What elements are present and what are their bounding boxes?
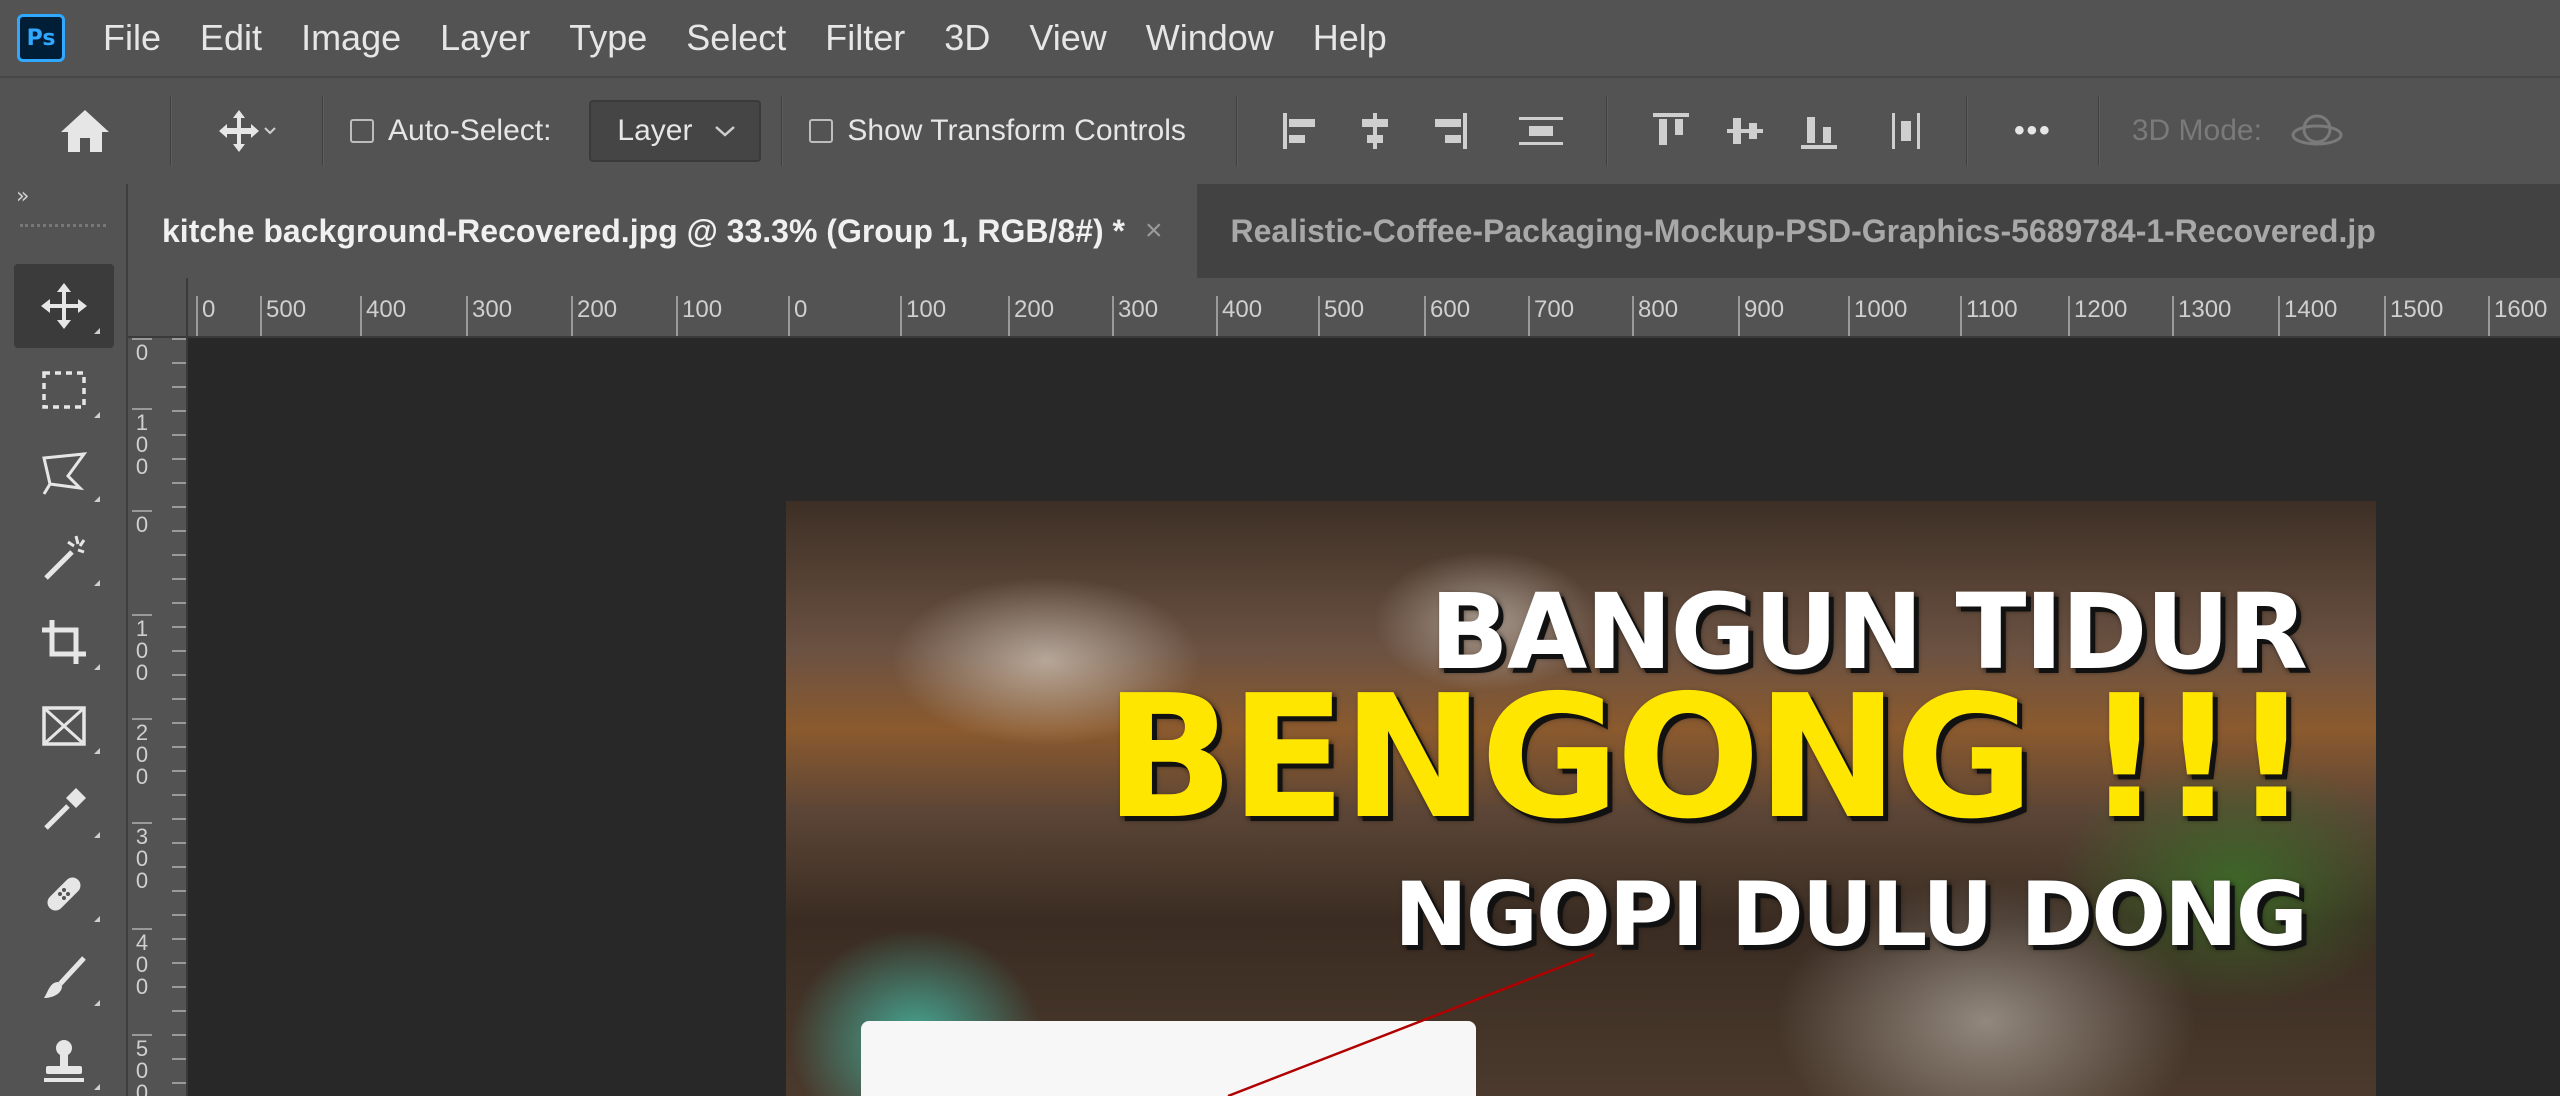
ruler-tick-label: 200 [1008, 296, 1054, 336]
ruler-tick-label: 0 [788, 296, 807, 336]
ruler-tick-label: 0 [196, 296, 215, 336]
ruler-tick-label: 200 [571, 296, 617, 336]
separator [1235, 96, 1238, 166]
ruler-tick-label: 1100 [1960, 296, 2018, 336]
home-icon[interactable] [0, 106, 170, 156]
menu-help[interactable]: Help [1313, 17, 1387, 59]
3d-orbit-icon[interactable] [2262, 109, 2372, 153]
3d-mode-label: 3D Mode: [2131, 114, 2262, 147]
collapse-panel-button[interactable]: » [0, 184, 126, 224]
separator [322, 96, 324, 166]
menu-edit[interactable]: Edit [200, 17, 262, 59]
menu-3d[interactable]: 3D [944, 17, 990, 59]
auto-select-target-value: Layer [617, 114, 693, 147]
tab-label: kitche background-Recovered.jpg @ 33.3% … [162, 212, 1125, 249]
ruler-tick-label: 1600 [2488, 296, 2547, 336]
photoshop-logo-icon[interactable]: Ps [17, 14, 65, 62]
move-tool-icon[interactable] [14, 264, 114, 348]
align-top-edges-icon[interactable] [1634, 109, 1708, 153]
ruler-tick-label: 700 [1528, 296, 1574, 336]
frame-tool-icon[interactable] [14, 684, 114, 768]
menu-layer[interactable]: Layer [440, 17, 530, 59]
panel-grip[interactable] [20, 224, 106, 244]
ruler-tick-label: 300 [466, 296, 512, 336]
menu-filter[interactable]: Filter [825, 17, 905, 59]
move-tool-preset-picker[interactable] [172, 106, 322, 156]
align-horizontal-centers-icon[interactable] [1338, 109, 1412, 153]
magic-wand-tool-icon[interactable] [14, 516, 114, 600]
align-vertical-centers-icon[interactable] [1708, 109, 1782, 153]
ruler-tick-label: 1400 [2278, 296, 2337, 336]
healing-brush-tool-icon[interactable] [14, 852, 114, 936]
clone-stamp-tool-icon[interactable] [14, 1020, 114, 1096]
align-left-edges-icon[interactable] [1264, 109, 1338, 153]
distribute-horizontal-icon[interactable] [1856, 109, 1956, 153]
ruler-tick-label: 1300 [2172, 296, 2231, 336]
ruler-tick-label: 1500 [2384, 296, 2443, 336]
auto-select-option[interactable]: Auto-Select: [350, 114, 551, 148]
ruler-tick-label: 400 [1216, 296, 1262, 336]
crop-tool-icon[interactable] [14, 600, 114, 684]
auto-select-checkbox[interactable] [350, 119, 374, 143]
annotation-line [1227, 952, 1595, 1096]
ruler-tick-label: 800 [1632, 296, 1678, 336]
menu-view[interactable]: View [1029, 17, 1106, 59]
align-right-edges-icon[interactable] [1412, 109, 1486, 153]
rectangular-marquee-tool-icon[interactable] [14, 348, 114, 432]
close-icon[interactable]: × [1145, 214, 1163, 248]
auto-select-target-dropdown[interactable]: Layer [589, 100, 762, 162]
options-bar: Auto-Select: Layer Show Transform Contro… [0, 76, 2560, 184]
ruler-tick-label: 100 [900, 296, 946, 336]
menu-bar: Ps File Edit Image Layer Type Select Fil… [0, 0, 2560, 76]
ruler-tick-label: 600 [1424, 296, 1470, 336]
distribute-vertical-icon[interactable] [1486, 109, 1596, 153]
tab-kitche-background[interactable]: kitche background-Recovered.jpg @ 33.3% … [128, 184, 1197, 278]
menu-select[interactable]: Select [686, 17, 786, 59]
ruler-tick-label: 200 [132, 718, 152, 788]
tab-coffee-packaging-mockup[interactable]: Realistic-Coffee-Packaging-Mockup-PSD-Gr… [1197, 184, 2410, 278]
polygonal-lasso-tool-icon[interactable] [14, 432, 114, 516]
ruler-tick-label: 1000 [1848, 296, 1907, 336]
tools-panel: » [0, 184, 128, 1096]
ruler-tick-label: 400 [132, 928, 152, 998]
menu-type[interactable]: Type [569, 17, 647, 59]
ruler-tick-label: 500 [132, 1034, 152, 1096]
ruler-tick-label: 100 [132, 614, 152, 684]
vertical-ruler[interactable]: 0 100 0 100 200 300 400 500 [128, 338, 188, 1096]
ruler-tick-label: 1200 [2068, 296, 2127, 336]
ruler-tick-label: 900 [1738, 296, 1784, 336]
ruler-tick-label: 300 [1112, 296, 1158, 336]
ruler-tick-label: 0 [132, 510, 152, 536]
brush-tool-icon[interactable] [14, 936, 114, 1020]
ruler-origin[interactable] [128, 278, 188, 338]
menu-file[interactable]: File [103, 17, 161, 59]
show-transform-checkbox[interactable] [809, 119, 834, 143]
menu-image[interactable]: Image [301, 17, 401, 59]
auto-select-label: Auto-Select: [388, 114, 552, 147]
ruler-tick-label: 100 [676, 296, 722, 336]
ruler-tick-label: 400 [360, 296, 406, 336]
ruler-tick-label: 100 [132, 408, 152, 478]
ruler-ticks [172, 338, 186, 1096]
ruler-tick-label: 0 [132, 338, 152, 364]
eyedropper-tool-icon[interactable] [14, 768, 114, 852]
separator [1605, 96, 1608, 166]
ruler-tick-label: 300 [132, 822, 152, 892]
canvas-area[interactable]: BANGUN TIDUR BENGONG !!! NGOPI DULU DONG [188, 338, 2560, 1096]
separator [781, 96, 784, 166]
show-transform-option[interactable]: Show Transform Controls [809, 114, 1186, 148]
more-options-button[interactable]: ••• [1968, 114, 2098, 148]
ruler-tick-label: 500 [260, 296, 306, 336]
tab-label: Realistic-Coffee-Packaging-Mockup-PSD-Gr… [1230, 212, 2376, 249]
separator [2097, 96, 2100, 166]
align-bottom-edges-icon[interactable] [1782, 109, 1856, 153]
horizontal-ruler[interactable]: 0 500 400 300 200 100 0 100 200 300 400 500 600 700 80… [128, 278, 2560, 338]
show-transform-label: Show Transform Controls [847, 114, 1186, 147]
ruler-tick-label: 500 [1318, 296, 1364, 336]
chevron-down-icon [715, 126, 736, 137]
document-tab-bar: kitche background-Recovered.jpg @ 33.3% … [128, 184, 2560, 278]
menu-window[interactable]: Window [1146, 17, 1274, 59]
